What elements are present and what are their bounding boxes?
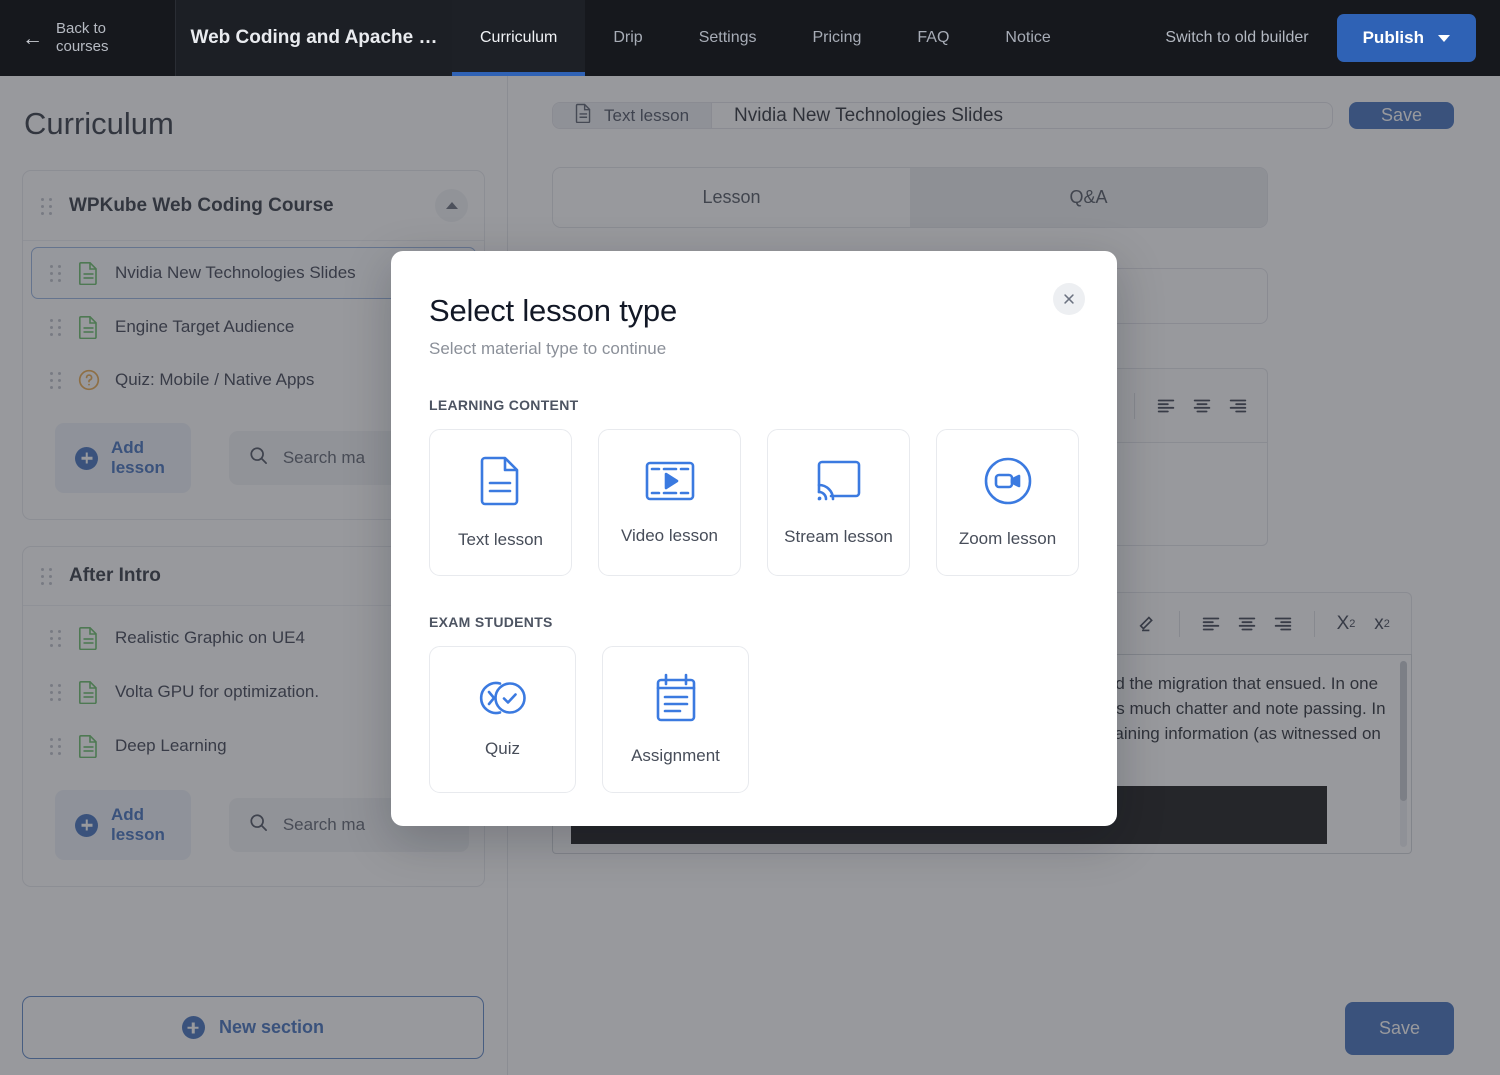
nav-right-group: Switch to old builder Publish	[1137, 0, 1500, 76]
card-label: Zoom lesson	[958, 529, 1057, 548]
screencast-icon	[814, 458, 864, 509]
document-icon	[479, 455, 523, 512]
course-title[interactable]: Web Coding and Apache …	[176, 0, 452, 76]
card-zoom-lesson[interactable]: Zoom lesson	[936, 429, 1079, 576]
back-to-courses-button[interactable]: ← Back to courses	[0, 0, 176, 76]
chevron-down-icon	[1438, 34, 1450, 42]
film-play-icon	[644, 459, 696, 508]
tab-curriculum[interactable]: Curriculum	[452, 0, 586, 76]
nav-tabs: Curriculum Drip Settings Pricing FAQ Not…	[452, 0, 1079, 76]
card-label: Assignment	[631, 746, 720, 765]
top-navigation-bar: ← Back to courses Web Coding and Apache …	[0, 0, 1500, 76]
modal-title: Select lesson type	[429, 293, 677, 328]
learning-content-cards: Text lesson Video lesson Stream lesson Z…	[429, 429, 1079, 576]
card-label: Stream lesson	[784, 527, 893, 546]
tab-drip[interactable]: Drip	[585, 0, 670, 76]
card-stream-lesson[interactable]: Stream lesson	[767, 429, 910, 576]
card-assignment[interactable]: Assignment	[602, 646, 749, 793]
card-label: Video lesson	[620, 526, 719, 545]
close-icon[interactable]	[1053, 283, 1085, 315]
video-camera-circle-icon	[983, 456, 1033, 511]
tab-pricing[interactable]: Pricing	[785, 0, 890, 76]
exam-students-cards: Quiz Assignment	[429, 646, 1079, 793]
select-lesson-type-modal: Select lesson type Select material type …	[391, 251, 1117, 826]
tab-notice[interactable]: Notice	[977, 0, 1078, 76]
group-label-learning-content: LEARNING CONTENT	[429, 397, 579, 413]
card-label: Text lesson	[457, 530, 544, 549]
back-to-courses-label: Back to courses	[56, 19, 109, 55]
group-label-exam-students: EXAM STUDENTS	[429, 614, 553, 630]
tab-settings[interactable]: Settings	[671, 0, 785, 76]
card-text-lesson[interactable]: Text lesson	[429, 429, 572, 576]
card-video-lesson[interactable]: Video lesson	[598, 429, 741, 576]
switch-to-old-builder-link[interactable]: Switch to old builder	[1137, 29, 1336, 47]
arrow-left-icon: ←	[22, 26, 43, 50]
publish-label: Publish	[1362, 28, 1424, 47]
quiz-check-icon	[476, 680, 530, 721]
modal-subtitle: Select material type to continue	[429, 339, 667, 358]
clipboard-icon	[654, 673, 698, 728]
tab-faq[interactable]: FAQ	[889, 0, 977, 76]
card-label: Quiz	[485, 739, 520, 758]
card-quiz[interactable]: Quiz	[429, 646, 576, 793]
publish-button[interactable]: Publish	[1336, 14, 1476, 62]
